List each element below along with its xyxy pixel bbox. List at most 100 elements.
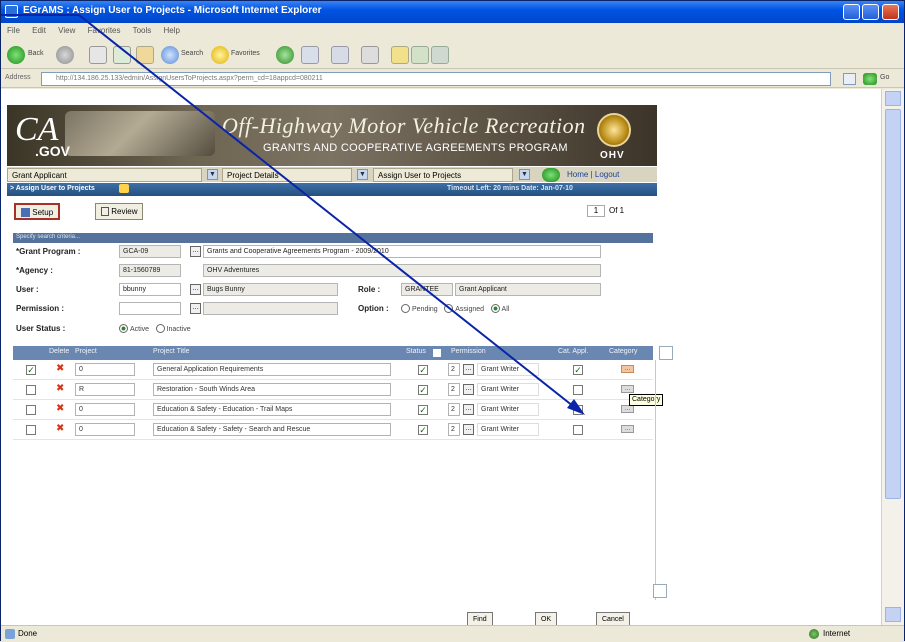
row-select-checkbox[interactable] [26, 405, 36, 415]
section-dropdown-icon[interactable]: ▼ [357, 169, 368, 180]
permission-code-field[interactable]: 2 [448, 383, 460, 396]
close-button[interactable] [882, 4, 899, 20]
radio-assigned[interactable] [444, 304, 454, 314]
project-code-field[interactable]: 0 [75, 403, 135, 416]
status-checkbox[interactable]: ✓ [418, 425, 428, 435]
history-icon[interactable] [301, 46, 319, 64]
media-icon[interactable] [276, 46, 294, 64]
project-title-field[interactable]: General Application Requirements [153, 363, 391, 376]
row-select-checkbox[interactable]: ✓ [26, 365, 36, 375]
status-checkbox[interactable]: ✓ [418, 405, 428, 415]
category-button[interactable]: ... [621, 425, 634, 433]
minimize-button[interactable] [843, 4, 860, 20]
permission-field[interactable] [119, 302, 181, 315]
header-corner-box[interactable] [659, 346, 673, 360]
scroll-down-icon[interactable] [885, 607, 901, 622]
project-code-field[interactable]: R [75, 383, 135, 396]
row-select-checkbox[interactable] [26, 385, 36, 395]
tab-setup[interactable]: Setup [14, 203, 61, 220]
search-icon[interactable] [161, 46, 179, 64]
scroll-thumb[interactable] [885, 109, 901, 499]
address-input[interactable]: http://134.186.25.133/edmin/AssignUsersT… [41, 72, 831, 86]
ok-button[interactable]: OK [535, 612, 558, 625]
status-select-all[interactable] [433, 349, 441, 357]
permission-code-field[interactable]: 2 [448, 403, 460, 416]
vertical-scrollbar[interactable] [881, 89, 904, 625]
grant-name-field[interactable]: Grants and Cooperative Agreements Progra… [203, 245, 601, 258]
project-code-field[interactable]: 0 [75, 423, 135, 436]
menu-view[interactable]: View [58, 26, 75, 35]
permission-code-field[interactable]: 2 [448, 423, 460, 436]
find-button[interactable]: Find [467, 612, 493, 625]
delete-icon[interactable]: ✖ [56, 363, 64, 374]
back-icon[interactable] [7, 46, 25, 64]
section-select[interactable]: Project Details [222, 168, 352, 182]
radio-pending[interactable] [401, 304, 410, 314]
delete-icon[interactable]: ✖ [56, 423, 64, 434]
status-checkbox[interactable]: ✓ [418, 385, 428, 395]
tools-icon[interactable] [431, 46, 449, 64]
page-number-input[interactable]: 1 [587, 205, 605, 217]
delete-icon[interactable]: ✖ [56, 383, 64, 394]
permission-select-icon[interactable]: … [463, 364, 474, 375]
user-id-field[interactable]: bbunny [119, 283, 181, 296]
category-button[interactable]: ... [621, 385, 634, 393]
user-select-icon[interactable]: … [190, 284, 201, 295]
category-button[interactable]: ... [621, 365, 634, 373]
radio-all[interactable] [490, 304, 500, 314]
maximize-button[interactable] [862, 4, 879, 20]
forward-icon[interactable] [56, 46, 74, 64]
project-title-field[interactable]: Education & Safety - Education - Trail M… [153, 403, 391, 416]
page-dropdown-icon[interactable]: ▼ [519, 169, 530, 180]
agency-id-field[interactable]: 81-1560789 [119, 264, 181, 277]
project-title-field[interactable]: Restoration - South Winds Area [153, 383, 391, 396]
favorites-icon[interactable] [211, 46, 229, 64]
permission-select-icon[interactable]: … [190, 303, 201, 314]
cat-appl-checkbox[interactable] [573, 425, 583, 435]
delete-icon[interactable]: ✖ [56, 403, 64, 414]
role-dropdown-icon[interactable]: ▼ [207, 169, 218, 180]
permission-select-icon[interactable]: … [463, 404, 474, 415]
radio-all-label: All [501, 306, 510, 313]
grant-code-field[interactable]: GCA-09 [119, 245, 181, 258]
role-select[interactable]: Grant Applicant [7, 168, 202, 182]
menu-edit[interactable]: Edit [32, 26, 46, 35]
menu-favorites[interactable]: Favorites [88, 26, 121, 35]
project-title-field[interactable]: Education & Safety - Safety - Search and… [153, 423, 391, 436]
home-logout-link[interactable]: Home | Logout [567, 170, 619, 179]
permission-name-field [203, 302, 338, 315]
menu-help[interactable]: Help [164, 26, 180, 35]
page-select[interactable]: Assign User to Projects [373, 168, 513, 182]
permission-code-field[interactable]: 2 [448, 363, 460, 376]
footer-corner-box[interactable] [653, 584, 667, 598]
scroll-up-icon[interactable] [885, 91, 901, 106]
go-icon[interactable] [863, 73, 877, 85]
radio-inactive[interactable] [155, 324, 165, 334]
permission-select-icon[interactable]: … [463, 424, 474, 435]
permission-select-icon[interactable]: … [463, 384, 474, 395]
cat-appl-checkbox[interactable] [573, 405, 583, 415]
help-icon[interactable] [119, 184, 129, 193]
status-checkbox[interactable]: ✓ [418, 365, 428, 375]
cat-appl-checkbox[interactable] [573, 385, 583, 395]
menu-tools[interactable]: Tools [133, 26, 152, 35]
category-button[interactable]: ... [621, 405, 634, 413]
menu-file[interactable]: File [7, 26, 20, 35]
stop-icon[interactable] [89, 46, 107, 64]
radio-active[interactable] [119, 324, 128, 334]
row-select-checkbox[interactable] [26, 425, 36, 435]
grant-select-icon[interactable]: … [190, 246, 201, 257]
home-icon[interactable] [136, 46, 154, 64]
tab-review[interactable]: Review [95, 203, 144, 220]
print-icon[interactable] [361, 46, 379, 64]
mail-icon[interactable] [331, 46, 349, 64]
go-label[interactable]: Go [880, 74, 889, 81]
folder-icon[interactable] [391, 46, 409, 64]
home-go-icon[interactable] [542, 168, 560, 182]
messenger-icon[interactable] [411, 46, 429, 64]
project-code-field[interactable]: 0 [75, 363, 135, 376]
cancel-button[interactable]: Cancel [596, 612, 630, 625]
cat-appl-checkbox[interactable]: ✓ [573, 365, 583, 375]
refresh-icon[interactable] [113, 46, 131, 64]
address-dropdown[interactable] [843, 73, 856, 85]
